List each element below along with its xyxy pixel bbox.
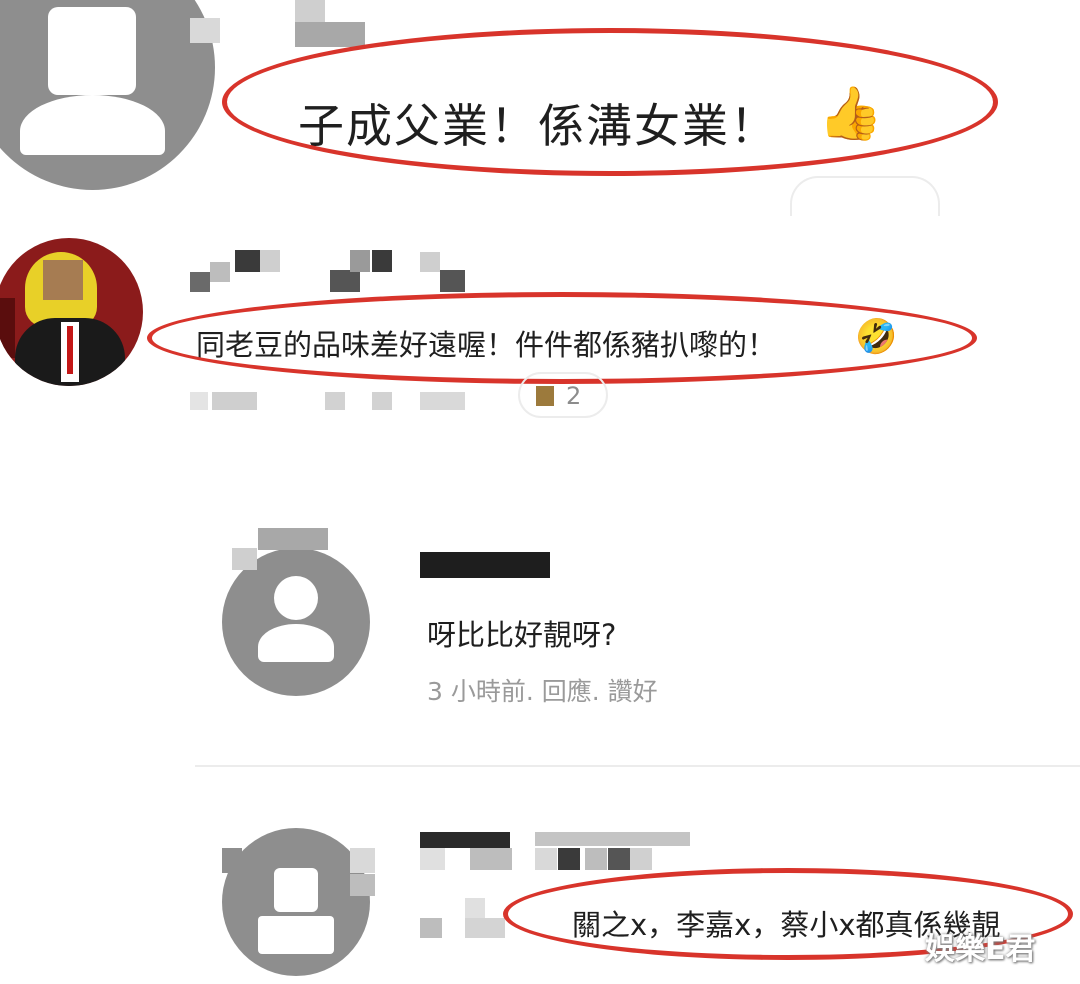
pixelated-username <box>535 832 690 846</box>
avatar[interactable] <box>222 828 370 976</box>
reaction-pill[interactable]: 2 <box>518 372 608 418</box>
divider <box>195 765 1080 767</box>
highlight-circle <box>222 28 998 176</box>
pixelated-avatar-edge <box>350 874 375 896</box>
pixelated-username <box>210 262 230 282</box>
pixelated-text <box>465 918 505 938</box>
pixelated-avatar-edge <box>350 848 375 873</box>
avatar[interactable] <box>222 548 370 696</box>
pixelated-meta <box>190 392 208 410</box>
pixelated-username <box>190 272 210 292</box>
pixelated-meta <box>212 392 257 410</box>
pixelated-username <box>420 252 440 272</box>
pixelated-username <box>190 18 220 43</box>
pixelated-username <box>558 848 580 870</box>
pixelated-username <box>470 848 512 870</box>
pixelated-meta <box>420 392 465 410</box>
pixelated-username <box>585 848 607 870</box>
pixelated-avatar-edge <box>232 548 257 570</box>
avatar[interactable] <box>0 0 215 190</box>
pixelated-username <box>420 548 550 578</box>
pixelated-meta <box>372 392 392 410</box>
reaction-pill[interactable] <box>790 176 940 216</box>
pixelated-meta <box>325 392 345 410</box>
pixelated-username <box>295 22 365 47</box>
reply-meta[interactable]: 3 小時前. 回應. 讚好 <box>427 672 658 708</box>
pixelated-username <box>260 250 280 272</box>
pixelated-username <box>630 848 652 870</box>
pixelated-username <box>440 270 465 292</box>
pixelated-username <box>535 848 557 870</box>
reply-text: 呀比比好靚呀? <box>427 618 617 652</box>
pixelated-username <box>420 848 445 870</box>
pixelated-username <box>420 832 510 848</box>
pixelated-avatar-edge <box>258 528 328 550</box>
reaction-count: 2 <box>566 382 582 410</box>
pixelated-username <box>235 250 260 272</box>
like-icon <box>536 386 554 406</box>
pixelated-username <box>330 270 360 292</box>
watermark: 娛樂E君 <box>925 932 1036 967</box>
pixelated-text <box>420 918 442 938</box>
pixelated-username <box>372 250 392 272</box>
pixelated-username <box>608 848 630 870</box>
pixelated-avatar-edge <box>222 848 242 873</box>
pixelated-username <box>295 0 325 22</box>
pixelated-username <box>350 250 370 272</box>
pixelated-text <box>465 898 485 918</box>
highlight-circle <box>147 292 977 384</box>
avatar[interactable] <box>0 238 143 386</box>
pixelated-username <box>420 544 550 552</box>
